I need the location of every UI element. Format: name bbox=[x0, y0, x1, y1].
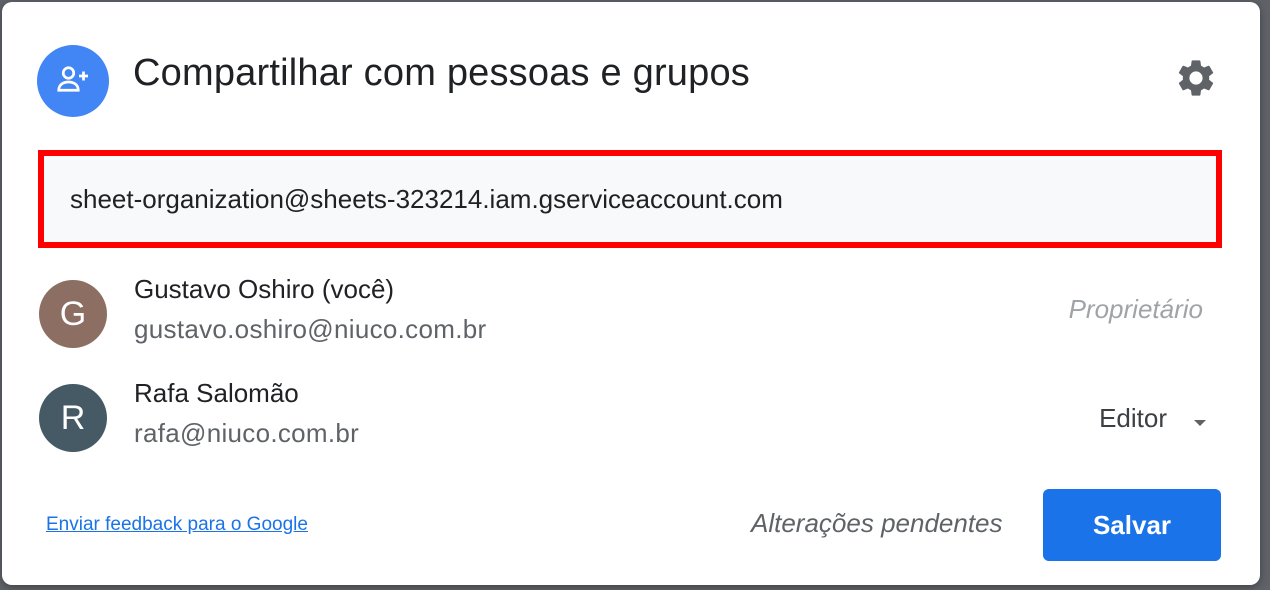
avatar: G bbox=[39, 280, 107, 348]
avatar: R bbox=[39, 384, 107, 452]
person-row-editor: R Rafa Salomão rafa@niuco.com.br Editor bbox=[39, 378, 1219, 464]
gear-icon bbox=[1174, 56, 1218, 105]
person-row-owner: G Gustavo Oshiro (você) gustavo.oshiro@n… bbox=[39, 274, 1219, 360]
share-email-input[interactable] bbox=[44, 156, 1216, 242]
pending-changes-status: Alterações pendentes bbox=[751, 508, 1003, 538]
feedback-link[interactable]: Enviar feedback para o Google bbox=[46, 514, 308, 536]
save-button[interactable]: Salvar bbox=[1043, 489, 1221, 561]
role-dropdown-label: Editor bbox=[1099, 402, 1167, 433]
share-input-highlight bbox=[38, 150, 1222, 248]
person-name: Rafa Salomão bbox=[134, 378, 299, 408]
settings-button[interactable] bbox=[1172, 56, 1220, 104]
dialog-title: Compartilhar com pessoas e grupos bbox=[133, 52, 750, 94]
caret-down-icon bbox=[1193, 403, 1207, 434]
share-header-avatar bbox=[37, 45, 109, 117]
person-email: rafa@niuco.com.br bbox=[134, 418, 360, 448]
person-name: Gustavo Oshiro (você) bbox=[134, 274, 395, 304]
person-add-icon bbox=[55, 61, 91, 102]
owner-role-label: Proprietário bbox=[1068, 294, 1203, 324]
share-dialog: Compartilhar com pessoas e grupos G Gust… bbox=[2, 2, 1260, 585]
person-email: gustavo.oshiro@niuco.com.br bbox=[134, 314, 487, 344]
role-dropdown[interactable]: Editor bbox=[1099, 398, 1207, 438]
